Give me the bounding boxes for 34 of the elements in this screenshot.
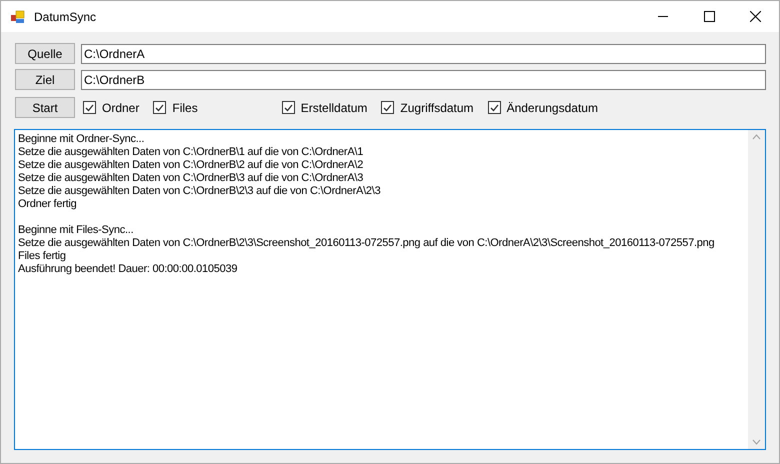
log-line: Ausführung beendet! Dauer: 00:00:00.0105039 xyxy=(18,263,238,276)
path-field[interactable]: C:\OrdnerB xyxy=(81,70,766,90)
checkbox-label: Files xyxy=(172,100,198,116)
checkbox[interactable] xyxy=(153,101,166,114)
maximize-icon[interactable] xyxy=(704,11,715,22)
path-field[interactable]: C:\OrdnerA xyxy=(81,44,766,64)
log-line: Setze die ausgewählten Daten von C:\OrdnerB\2\3 auf die von C:\OrdnerA\2\3 xyxy=(18,185,382,198)
checkbox-label: Zugriffsdatum xyxy=(400,100,474,116)
check-icon xyxy=(155,104,164,112)
checkbox[interactable] xyxy=(83,101,96,114)
checkbox-label: Ordner xyxy=(102,100,140,116)
check-icon xyxy=(85,104,94,112)
action-button[interactable]: Quelle xyxy=(15,43,75,64)
checkbox[interactable] xyxy=(488,101,501,114)
log-line: Beginne mit Files-Sync... xyxy=(18,224,134,237)
log-line: Setze die ausgewählten Daten von C:\OrdnerB\1 auf die von C:\OrdnerA\1 xyxy=(18,146,364,159)
log-line: Ordner fertig xyxy=(18,198,78,211)
log-line: Setze die ausgewählten Daten von C:\OrdnerB\2\3\Screenshot_20160113-072557.png auf die von C:\OrdnerA\2\3\Screenshot_20160113-072557.png xyxy=(18,237,716,250)
checkbox-label: Änderungsdatum xyxy=(506,100,598,116)
check-icon xyxy=(490,104,499,112)
log-line: Beginne mit Ordner-Sync... xyxy=(18,133,146,146)
checkbox[interactable] xyxy=(381,101,394,114)
close-icon[interactable] xyxy=(750,11,761,22)
checkbox[interactable] xyxy=(282,101,295,114)
log-line: Setze die ausgewählten Daten von C:\OrdnerB\3 auf die von C:\OrdnerA\3 xyxy=(18,172,364,185)
check-icon xyxy=(284,104,293,112)
action-button[interactable]: Start xyxy=(15,97,75,118)
log-line: Setze die ausgewählten Daten von C:\OrdnerB\2 auf die von C:\OrdnerA\2 xyxy=(18,159,364,172)
app-icon xyxy=(10,8,26,24)
check-icon xyxy=(383,104,392,112)
window-title: DatumSync xyxy=(34,8,96,26)
checkbox-label: Erstelldatum xyxy=(300,100,368,116)
action-button[interactable]: Ziel xyxy=(15,69,75,90)
log-line: Files fertig xyxy=(18,250,67,263)
